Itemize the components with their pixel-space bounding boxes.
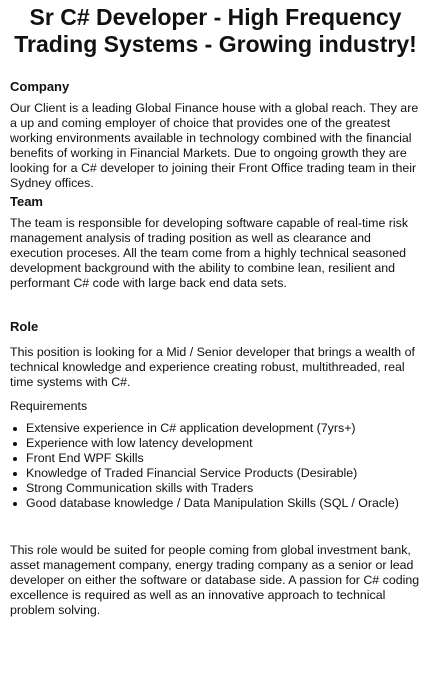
- requirement-item: Front End WPF Skills: [13, 451, 421, 466]
- requirement-item: Extensive experience in C# application d…: [13, 421, 421, 436]
- team-paragraph: The team is responsible for developing s…: [10, 216, 409, 290]
- company-heading: Company: [10, 79, 70, 94]
- requirements-label: Requirements: [10, 399, 88, 413]
- requirement-item: Good database knowledge / Data Manipulat…: [13, 496, 421, 511]
- page-title: Sr C# Developer - High Frequency Trading…: [14, 4, 417, 57]
- requirement-item: Strong Communication skills with Traders: [13, 481, 421, 496]
- job-posting: Sr C# Developer - High Frequency Trading…: [0, 4, 431, 618]
- requirement-item: Experience with low latency development: [13, 436, 421, 451]
- requirement-item: Knowledge of Traded Financial Service Pr…: [13, 466, 421, 481]
- company-paragraph: Our Client is a leading Global Finance h…: [10, 101, 419, 190]
- closing-paragraph: This role would be suited for people com…: [10, 543, 420, 617]
- team-heading: Team: [10, 194, 43, 209]
- requirements-list: Extensive experience in C# application d…: [10, 421, 421, 511]
- role-paragraph: This position is looking for a Mid / Sen…: [10, 345, 415, 389]
- role-heading: Role: [10, 319, 39, 334]
